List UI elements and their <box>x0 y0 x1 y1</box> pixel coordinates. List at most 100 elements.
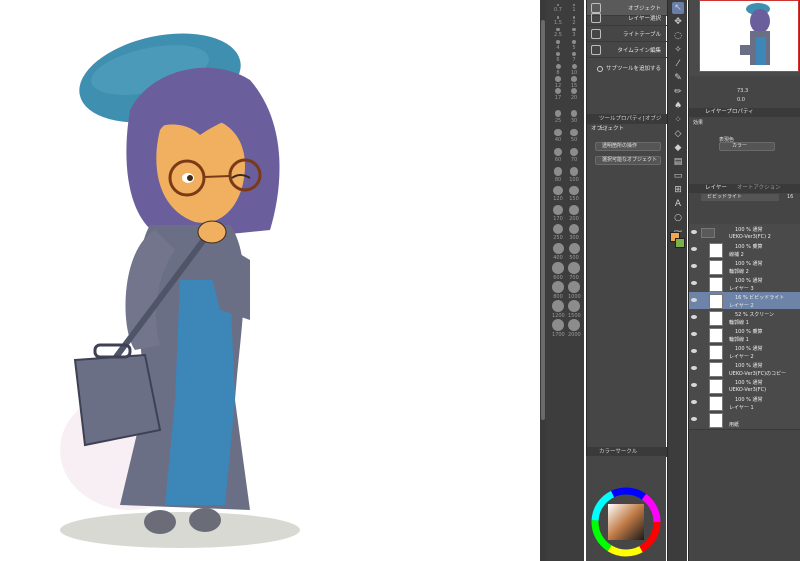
subtool-item-timeline[interactable]: タイムライン編集 <box>587 42 667 58</box>
brush-size-palette: 0.7 1 1.5 2 2.5 3 4 5 6 7 8 10 12 15 17 20 25 30 40 50 60 70 8… <box>546 0 584 561</box>
brush-size-dot <box>569 167 579 176</box>
brush-size-dot <box>552 281 564 293</box>
layer-name-label: レイヤー 1 <box>729 405 754 411</box>
opacity-value[interactable]: 16 <box>787 194 793 200</box>
zoom-value[interactable]: 73.3 <box>737 88 748 94</box>
brush-size-dot <box>552 319 564 331</box>
layer-name-label: レイヤー 3 <box>729 286 754 292</box>
timeline-icon <box>591 45 601 55</box>
layer-thumbnail <box>709 260 723 275</box>
layer-name-label: 輪郭線 2 <box>729 269 749 275</box>
brush-size-label: 20 <box>570 95 578 102</box>
layer-name-label: 用紙 <box>729 422 740 428</box>
brush-size-dot <box>553 186 563 196</box>
brush-size-dot <box>570 129 578 137</box>
brush-size-dot <box>556 40 560 44</box>
subtool-item-layer-select[interactable]: レイヤー選択 <box>587 10 667 26</box>
eraser-icon[interactable]: ◇ <box>672 128 684 140</box>
layer-blend-label: 100 % 通常 <box>735 397 763 403</box>
eye-icon[interactable] <box>691 315 697 319</box>
fill-tool-icon[interactable]: ◆ <box>672 142 684 154</box>
eye-icon[interactable] <box>691 281 697 285</box>
navigator-panel <box>689 0 800 76</box>
balloon-tool-icon[interactable]: ○ <box>672 212 684 224</box>
color-wheel[interactable] <box>586 456 666 561</box>
selectable-object-dropdown[interactable]: 選択可能なオブジェクト <box>595 156 661 165</box>
expression-color-dropdown[interactable]: カラー <box>719 142 775 151</box>
pencil-tool-icon[interactable]: ✏ <box>672 86 684 98</box>
layer-thumbnail <box>709 362 723 377</box>
brush-size-label: 17 <box>554 95 562 102</box>
layer-name-label: UEKO-Ver3(FC)のコピー <box>729 371 787 377</box>
blend-mode-dropdown[interactable]: ビビッドライト <box>701 194 779 201</box>
eye-icon[interactable] <box>691 349 697 353</box>
layer-name-label: 輪郭線 1 <box>729 337 749 343</box>
eye-icon[interactable] <box>691 264 697 268</box>
gradient-tool-icon[interactable]: ▤ <box>672 156 684 168</box>
brush-size-dot <box>552 262 564 274</box>
airbrush-icon[interactable]: ⁘ <box>672 114 684 126</box>
brush-size-label: 25 <box>554 117 562 124</box>
layer-blend-label: 100 % 乗算 <box>735 244 763 250</box>
frame-tool-icon[interactable]: ⊞ <box>672 184 684 196</box>
eye-icon[interactable] <box>691 383 697 387</box>
brush-size-label: 60 <box>554 157 562 163</box>
eyedropper-icon[interactable]: ⁄ <box>672 58 684 70</box>
brush-size-dot <box>571 76 577 82</box>
color-circle-panel[interactable] <box>586 456 666 561</box>
brush-size-label: 4 <box>556 44 560 51</box>
layer-blend-label: 100 % 通常 <box>735 346 763 352</box>
transparent-area-dropdown[interactable]: 透明箇所の操作 <box>595 142 661 151</box>
brush-size-dot <box>553 205 563 215</box>
subtool-item-light-table[interactable]: ライトテーブル <box>587 26 667 42</box>
brush-size-label: 1.5 <box>554 19 562 26</box>
brush-size-label: 5 <box>572 44 576 51</box>
layer-select-icon <box>591 13 601 23</box>
eye-icon[interactable] <box>691 247 697 251</box>
plus-circle-icon <box>597 65 603 72</box>
layer-row[interactable]: 用紙 <box>689 411 800 430</box>
figure-tool-icon[interactable]: ▭ <box>672 170 684 182</box>
brush-size-label: 200 <box>569 215 579 222</box>
brush-size-dot <box>571 64 577 69</box>
brush-size-dot <box>570 88 578 95</box>
brush-size-label: 500 <box>569 255 579 261</box>
brush-size-dot <box>573 4 575 6</box>
subtool-item-label: レイヤー選択 <box>628 16 661 22</box>
pen-tool-icon[interactable]: ✎ <box>672 72 684 84</box>
brush-size-label: 300 <box>569 235 579 242</box>
brush-size-dot <box>554 110 562 117</box>
drawing-canvas[interactable] <box>0 0 540 561</box>
layer-thumbnail <box>709 413 723 428</box>
brush-size-dot <box>552 224 564 235</box>
effect-label: 効果 <box>693 120 704 126</box>
lasso-tool-icon[interactable]: ◌ <box>672 30 684 42</box>
eye-icon[interactable] <box>691 366 697 370</box>
layer-blend-label: 52 % スクリーン <box>735 312 775 318</box>
brush-size-label: 100 <box>569 176 579 183</box>
magic-wand-icon[interactable]: ✧ <box>672 44 684 56</box>
brush-size-dot <box>555 76 561 82</box>
brush-size-label: 0.7 <box>554 7 562 13</box>
eye-icon[interactable] <box>691 417 697 421</box>
angle-value[interactable]: 0.0 <box>737 97 745 103</box>
brush-size-label: 400 <box>553 255 563 261</box>
sub-color-swatch[interactable] <box>675 238 685 248</box>
eye-icon[interactable] <box>691 332 697 336</box>
eye-icon[interactable] <box>691 298 697 302</box>
brush-size-label: 600 <box>553 274 563 281</box>
navigator-thumbnail[interactable] <box>699 0 799 72</box>
scroll-thumb[interactable] <box>541 20 545 420</box>
brush-tool-icon[interactable]: ♠ <box>672 100 684 112</box>
eye-icon[interactable] <box>691 400 697 404</box>
add-subtool-button[interactable]: サブツールを追加する <box>597 64 661 72</box>
layer-thumbnail <box>709 243 723 258</box>
brush-size-label: 250 <box>553 235 563 242</box>
move-tool-icon[interactable]: ✥ <box>672 16 684 28</box>
text-tool-icon[interactable]: A <box>672 198 684 210</box>
brush-size-dot <box>568 262 580 274</box>
brush-size-dot <box>555 64 561 69</box>
eye-icon[interactable] <box>691 230 697 234</box>
object-tool-icon[interactable]: ↖ <box>672 2 684 14</box>
layer-name-label: UEKO-Ver3(FC) <box>729 387 767 393</box>
